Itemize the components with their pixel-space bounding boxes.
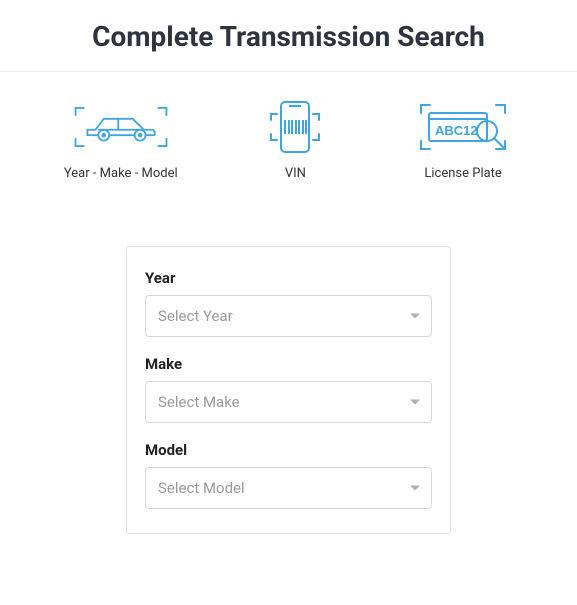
page-title: Complete Transmission Search (0, 20, 577, 53)
tab-label: VIN (285, 166, 306, 181)
model-group: Model Select Model (145, 441, 432, 509)
tab-license-plate[interactable]: ABC12 License Plate (413, 102, 513, 181)
model-select-value[interactable]: Select Model (145, 467, 432, 509)
car-icon (71, 102, 171, 152)
make-label: Make (145, 355, 432, 373)
tab-label: Year - Make - Model (64, 166, 178, 181)
tab-year-make-model[interactable]: Year - Make - Model (64, 102, 178, 181)
model-label: Model (145, 441, 432, 459)
year-select[interactable]: Select Year (145, 295, 432, 337)
make-group: Make Select Make (145, 355, 432, 423)
year-select-value[interactable]: Select Year (145, 295, 432, 337)
make-select-value[interactable]: Select Make (145, 381, 432, 423)
tab-vin[interactable]: VIN (245, 102, 345, 181)
make-select[interactable]: Select Make (145, 381, 432, 423)
search-method-tabs: Year - Make - Model V (0, 72, 577, 191)
barcode-icon (245, 102, 345, 152)
year-group: Year Select Year (145, 269, 432, 337)
svg-text:ABC12: ABC12 (435, 123, 478, 138)
plate-icon: ABC12 (413, 102, 513, 152)
page-header: Complete Transmission Search (0, 0, 577, 72)
search-form: Year Select Year Make Select Make Model … (126, 246, 451, 534)
year-label: Year (145, 269, 432, 287)
model-select[interactable]: Select Model (145, 467, 432, 509)
tab-label: License Plate (424, 166, 501, 181)
